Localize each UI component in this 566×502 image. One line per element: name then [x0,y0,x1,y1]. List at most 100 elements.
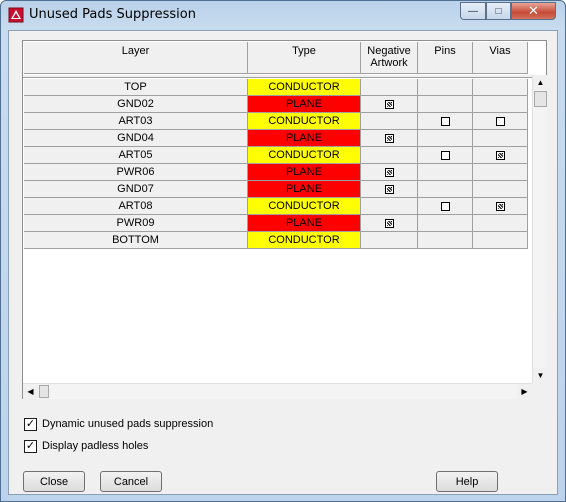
dynamic-suppression-checkbox[interactable]: ✓ [24,417,37,431]
horizontal-scrollbar[interactable]: ◀ ▶ [23,383,532,399]
pins-cell[interactable] [418,198,473,215]
maximize-button[interactable]: □ [486,2,511,20]
type-cell[interactable]: CONDUCTOR [248,232,361,249]
negative-cell[interactable] [361,130,418,147]
type-cell[interactable]: PLANE [248,181,361,198]
minimize-button[interactable]: — [460,2,486,20]
type-cell[interactable]: CONDUCTOR [248,147,361,164]
table-row[interactable]: ART03 CONDUCTOR [23,113,532,130]
negative-cell[interactable] [361,181,418,198]
help-button[interactable]: Help [436,471,498,492]
type-cell[interactable]: PLANE [248,164,361,181]
type-cell[interactable]: CONDUCTOR [248,113,361,130]
table-row[interactable]: PWR06 PLANE [23,164,532,181]
pins-cell [418,130,473,147]
padless-holes-checkbox[interactable]: ✓ [24,439,37,453]
vias-checkbox[interactable] [495,201,505,211]
layer-type: PLANE [285,97,323,110]
negative-checkbox[interactable] [384,99,394,109]
horizontal-scroll-thumb[interactable] [39,385,49,398]
layer-cell[interactable]: PWR09 [24,215,248,232]
table-row[interactable]: GND04 PLANE [23,130,532,147]
dynamic-suppression-option[interactable]: ✓ Dynamic unused pads suppression [24,417,213,431]
column-header-type-label: Type [292,45,316,57]
cancel-button[interactable]: Cancel [100,471,162,492]
vertical-scroll-thumb[interactable] [534,91,547,107]
layer-cell[interactable]: ART03 [24,113,248,130]
type-cell[interactable]: CONDUCTOR [248,79,361,96]
pins-cell[interactable] [418,147,473,164]
column-header-layer[interactable]: Layer [24,42,248,74]
pins-checkbox[interactable] [440,116,450,126]
pins-checkbox[interactable] [440,201,450,211]
vias-checkbox[interactable] [495,150,505,160]
layer-cell[interactable]: ART08 [24,198,248,215]
layer-name: GND04 [117,131,154,144]
column-header-layer-label: Layer [121,45,150,57]
dialog-client-area: Layer Type Negative Artwork Pins Vias TO… [8,30,558,495]
table-row[interactable]: PWR09 PLANE [23,215,532,232]
scroll-up-icon[interactable]: ▲ [533,75,548,90]
pins-cell[interactable] [418,113,473,130]
layer-cell[interactable]: BOTTOM [24,232,248,249]
negative-checkbox[interactable] [384,133,394,143]
layer-cell[interactable]: GND02 [24,96,248,113]
vias-cell [473,164,528,181]
table-row[interactable]: TOP CONDUCTOR [23,79,532,96]
vias-cell[interactable] [473,147,528,164]
layer-type: PLANE [285,216,323,229]
padless-holes-option[interactable]: ✓ Display padless holes [24,439,148,453]
scroll-down-icon[interactable]: ▼ [533,368,548,383]
vertical-scrollbar[interactable]: ▲ ▼ [532,75,548,383]
layer-cell[interactable]: GND04 [24,130,248,147]
vias-cell[interactable] [473,113,528,130]
layer-cell[interactable]: TOP [24,79,248,96]
layer-name: PWR09 [116,216,155,229]
pins-checkbox[interactable] [440,150,450,160]
table-row[interactable]: GND07 PLANE [23,181,532,198]
column-header-type[interactable]: Type [248,42,361,74]
vias-cell [473,232,528,249]
checkmark-icon: ✓ [25,417,36,430]
layer-cell[interactable]: GND07 [24,181,248,198]
negative-cell[interactable] [361,164,418,181]
negative-checkbox[interactable] [384,167,394,177]
table-row[interactable]: GND02 PLANE [23,96,532,113]
scroll-left-icon[interactable]: ◀ [23,384,38,399]
vias-cell [473,130,528,147]
negative-checkbox[interactable] [384,184,394,194]
close-window-button[interactable]: ✕ [511,2,556,20]
layer-type: PLANE [285,165,323,178]
type-cell[interactable]: CONDUCTOR [248,198,361,215]
close-button[interactable]: Close [23,471,85,492]
type-cell[interactable]: PLANE [248,215,361,232]
table-row[interactable]: ART08 CONDUCTOR [23,198,532,215]
column-header-vias-label: Vias [489,45,511,57]
column-header-pins-label: Pins [434,45,456,57]
vias-checkbox[interactable] [495,116,505,126]
column-header-vias[interactable]: Vias [473,42,528,74]
negative-cell [361,198,418,215]
layer-name: ART03 [118,114,153,127]
layer-cell[interactable]: ART05 [24,147,248,164]
dialog-window: Unused Pads Suppression — □ ✕ Layer Type… [0,0,566,502]
negative-checkbox[interactable] [384,218,394,228]
negative-cell[interactable] [361,215,418,232]
layer-cell[interactable]: PWR06 [24,164,248,181]
layer-name: GND02 [117,97,154,110]
title-bar[interactable]: Unused Pads Suppression — □ ✕ [1,1,565,30]
type-cell[interactable]: PLANE [248,96,361,113]
vias-cell[interactable] [473,198,528,215]
vias-cell [473,181,528,198]
layer-name: ART05 [118,148,153,161]
pins-cell [418,232,473,249]
column-header-negative-artwork[interactable]: Negative Artwork [361,42,418,74]
column-header-negative-artwork-label: Negative Artwork [367,45,411,69]
type-cell[interactable]: PLANE [248,130,361,147]
scroll-right-icon[interactable]: ▶ [517,384,532,399]
table-row[interactable]: BOTTOM CONDUCTOR [23,232,532,249]
minimize-icon: — [468,5,478,17]
negative-cell[interactable] [361,96,418,113]
table-row[interactable]: ART05 CONDUCTOR [23,147,532,164]
column-header-pins[interactable]: Pins [418,42,473,74]
